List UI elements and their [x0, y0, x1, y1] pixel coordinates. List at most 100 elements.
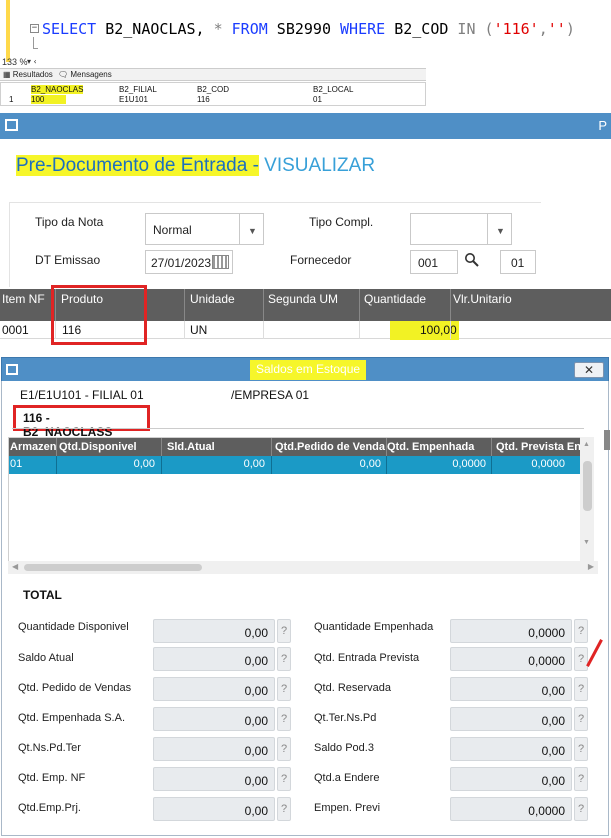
table-cell[interactable]: 0,0000 — [386, 458, 486, 470]
column-header[interactable]: Qtd.Pedido de Venda — [275, 441, 387, 453]
help-icon[interactable]: ? — [277, 707, 291, 731]
table-cell[interactable]: 116 — [197, 95, 210, 104]
total-field[interactable]: 0,00 — [153, 647, 275, 671]
help-icon[interactable]: ? — [574, 677, 588, 701]
total-label: Qtd.Emp.Prj. — [18, 802, 81, 814]
loja-input[interactable]: 01 — [500, 250, 536, 274]
help-icon[interactable]: ? — [574, 707, 588, 731]
dialog-title: Saldos em Estoque — [250, 360, 367, 380]
column-header[interactable]: Item NF — [2, 292, 45, 306]
total-label: Qtd.a Endere — [314, 772, 380, 784]
table-cell[interactable]: 01 — [10, 458, 22, 470]
column-header[interactable]: B2_LOCAL — [313, 85, 353, 94]
total-label: Qt.Ter.Ns.Pd — [314, 712, 377, 724]
help-icon[interactable]: ? — [574, 737, 588, 761]
scrollbar-thumb[interactable] — [583, 461, 592, 511]
column-header[interactable]: Unidade — [190, 292, 235, 306]
total-field[interactable]: 0,00 — [450, 767, 572, 791]
table-cell[interactable]: 0,00 — [271, 458, 381, 470]
table-row[interactable]: 01 0,00 0,00 0,00 0,0000 0,0000 — [9, 456, 585, 474]
total-label: Qt.Ns.Pd.Ter — [18, 742, 81, 754]
sql-string: '' — [547, 20, 566, 38]
help-icon[interactable]: ? — [574, 647, 588, 671]
table-cell[interactable]: 0,00 — [57, 458, 155, 470]
column-header[interactable]: Sld.Atual — [167, 441, 267, 453]
column-divider — [184, 321, 185, 339]
dropdown-arrow[interactable]: ▼ — [487, 214, 511, 244]
help-icon[interactable]: ? — [277, 797, 291, 821]
column-divider — [359, 289, 360, 321]
sql-token: ) — [565, 20, 575, 38]
column-header[interactable]: Segunda UM — [268, 292, 338, 306]
tipo-nota-select[interactable]: Normal ▼ — [145, 213, 264, 245]
column-divider — [161, 438, 162, 456]
fornecedor-label: Fornecedor — [290, 253, 352, 267]
total-field[interactable]: 0,0000 — [450, 619, 572, 643]
column-header[interactable]: B2_FILIAL — [119, 85, 157, 94]
help-icon[interactable]: ? — [277, 767, 291, 791]
table-cell[interactable]: 0,0000 — [491, 458, 565, 470]
sql-query-text[interactable]: SELECT B2_NAOCLAS, * FROM SB2990 WHERE B… — [42, 20, 575, 38]
total-field[interactable]: 0,00 — [153, 767, 275, 791]
search-icon[interactable] — [464, 252, 480, 273]
close-button[interactable]: ✕ — [574, 362, 604, 378]
total-field[interactable]: 0,00 — [153, 619, 275, 643]
help-icon[interactable]: ? — [277, 647, 291, 671]
table-cell[interactable]: 0001 — [2, 323, 29, 337]
column-header[interactable]: Armazen — [10, 441, 56, 453]
table-cell[interactable]: 100 — [31, 95, 67, 104]
total-field[interactable]: 0,00 — [153, 737, 275, 761]
tipo-compl-select[interactable]: ▼ — [410, 213, 512, 245]
sql-token: , — [538, 20, 548, 38]
column-divider — [263, 289, 264, 321]
tab-label: Resultados — [12, 70, 53, 79]
total-field[interactable]: 0,00 — [153, 797, 275, 821]
zoom-level[interactable]: 133 % — [2, 57, 28, 67]
help-icon[interactable]: ? — [574, 767, 588, 791]
column-header[interactable]: B2_COD — [197, 85, 229, 94]
collapse-icon[interactable]: − — [30, 24, 39, 33]
total-field[interactable]: 0,00 — [450, 737, 572, 761]
horizontal-scrollbar[interactable]: ◀ ▶ — [8, 561, 598, 574]
column-header[interactable]: Qtd. Empenhada — [387, 441, 491, 453]
total-field[interactable]: 0,00 — [450, 707, 572, 731]
column-header[interactable]: Vlr.Unitario — [453, 292, 512, 306]
dropdown-arrow[interactable]: ▼ — [239, 214, 263, 244]
total-field[interactable]: 0,00 — [450, 677, 572, 701]
sql-keyword: IN — [448, 20, 476, 38]
table-cell[interactable]: E1U101 — [119, 95, 148, 104]
total-field[interactable]: 0,0000 — [450, 797, 572, 821]
scroll-right-icon[interactable]: ▶ — [588, 562, 594, 571]
column-header[interactable]: Qtd. Prevista Ent — [496, 441, 585, 453]
scroll-down-icon[interactable]: ▼ — [583, 539, 590, 546]
tab-resultados[interactable]: ▦ Resultados — [3, 70, 53, 79]
total-field[interactable]: 0,00 — [153, 677, 275, 701]
scrollbar-thumb[interactable] — [24, 564, 202, 571]
help-icon[interactable]: ? — [574, 797, 588, 821]
chevron-down-icon[interactable]: ▾ ‹ — [27, 57, 37, 66]
table-cell[interactable]: 100,00 — [390, 321, 459, 340]
column-header[interactable]: B2_NAOCLAS — [31, 85, 84, 94]
table-cell[interactable]: 0,00 — [161, 458, 265, 470]
sql-keyword: SELECT — [42, 20, 97, 38]
scroll-up-icon[interactable]: ▲ — [583, 441, 590, 448]
help-icon[interactable]: ? — [574, 619, 588, 643]
help-icon[interactable]: ? — [277, 737, 291, 761]
scroll-left-icon[interactable]: ◀ — [12, 562, 18, 571]
help-icon[interactable]: ? — [277, 619, 291, 643]
dt-emissao-label: DT Emissao — [35, 253, 101, 267]
total-field[interactable]: 0,0000 — [450, 647, 572, 671]
calendar-icon[interactable] — [212, 255, 229, 269]
vertical-scrollbar[interactable]: ▲ ▼ — [580, 437, 594, 574]
stock-grid-header: Armazen Qtd.Disponivel Sld.Atual Qtd.Ped… — [9, 438, 585, 456]
table-cell[interactable]: 01 — [313, 95, 322, 104]
fornecedor-input[interactable]: 001 — [410, 250, 458, 274]
select-value: Normal — [153, 223, 192, 237]
tab-mensagens[interactable]: 🗨 Mensagens — [58, 70, 112, 79]
column-header[interactable]: Qtd.Disponivel — [59, 441, 159, 453]
sql-token: SB2990 — [267, 20, 331, 38]
total-field[interactable]: 0,00 — [153, 707, 275, 731]
table-cell[interactable]: UN — [190, 323, 207, 337]
column-header[interactable]: Quantidade — [364, 292, 426, 306]
help-icon[interactable]: ? — [277, 677, 291, 701]
